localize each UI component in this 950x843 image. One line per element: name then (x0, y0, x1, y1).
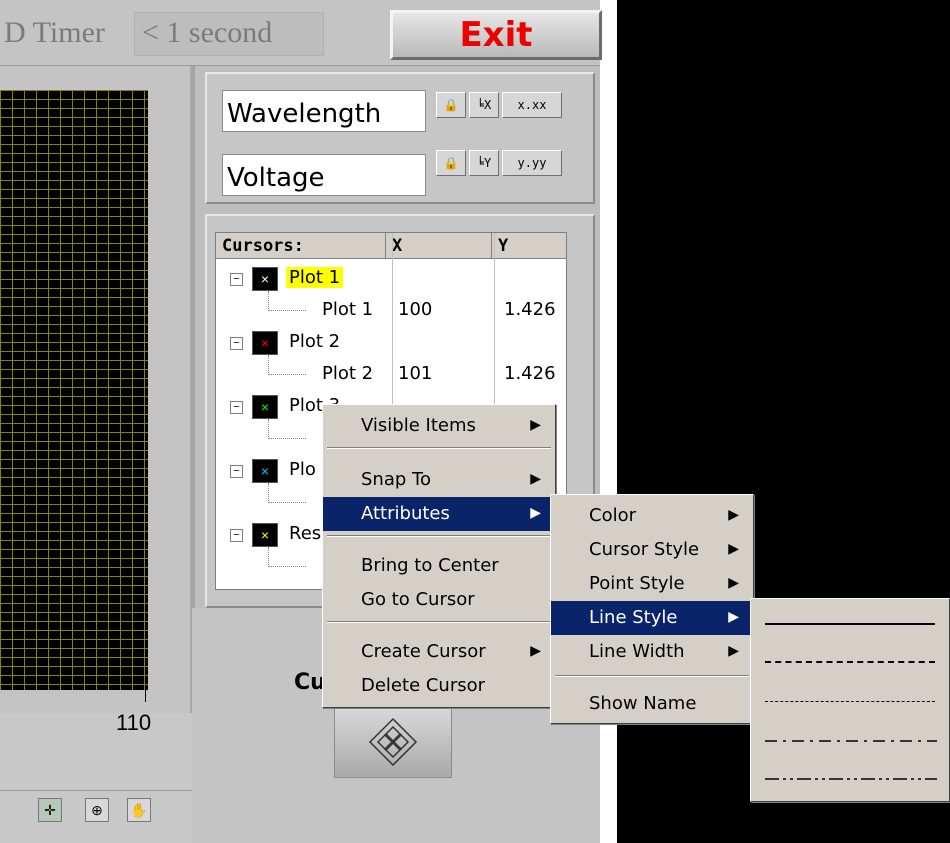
y-lock-icon[interactable]: 🔒 (436, 150, 466, 176)
point-label: Plot 1 (322, 299, 374, 320)
tree-branch (268, 547, 306, 567)
exit-button[interactable]: Exit (390, 10, 602, 60)
tree-expander[interactable]: − (230, 273, 243, 286)
zoom-icon[interactable]: ⊕ (85, 798, 109, 822)
menu-item-line-width[interactable]: Line Width ▶ (551, 635, 753, 669)
y-autoscale-button[interactable]: ╘Y (469, 150, 499, 176)
cursor-name[interactable]: Plot 2 (286, 331, 343, 352)
crosshair-icon[interactable]: ✛ (38, 798, 62, 822)
menu-item-attributes[interactable]: Attributes ▶ (323, 497, 555, 531)
attributes-submenu: Color ▶ Cursor Style ▶ Point Style ▶ Line S… (550, 494, 754, 724)
menu-item-bring-to-center[interactable]: Bring to Center (323, 549, 555, 583)
x-autoscale-button[interactable]: ╘X (469, 92, 499, 118)
tree-branch (268, 355, 306, 375)
menu-separator (327, 621, 551, 623)
menu-separator (555, 675, 749, 677)
cursor-x-value[interactable]: 100 (398, 299, 432, 320)
menu-item-visible-items[interactable]: Visible Items ▶ (323, 409, 555, 443)
line-style-solid[interactable] (765, 623, 935, 625)
tree-branch (268, 291, 306, 311)
tree-branch (268, 419, 306, 439)
menu-item-delete-cursor[interactable]: Delete Cursor (323, 669, 555, 703)
timer-value: < 1 second (142, 16, 273, 49)
cursor-swatch-icon[interactable]: × (252, 523, 278, 547)
x-scale-name[interactable]: Wavelength (222, 90, 426, 132)
point-label: Plot 2 (322, 363, 374, 384)
menu-separator (327, 535, 551, 537)
cursor-swatch-icon[interactable]: × (252, 331, 278, 355)
x-lock-icon[interactable]: 🔒 (436, 92, 466, 118)
cursor-name[interactable]: Res (286, 523, 324, 544)
tree-expander[interactable]: − (230, 337, 243, 350)
menu-item-line-style[interactable]: Line Style ▶ (551, 601, 753, 635)
tree-expander[interactable]: − (230, 401, 243, 414)
cursor-y-value[interactable]: 1.426 (504, 299, 556, 320)
cursor-swatch-icon[interactable]: × (252, 459, 278, 483)
exit-button-label: Exit (459, 15, 533, 55)
line-style-long-dash[interactable] (765, 661, 935, 663)
menu-item-create-cursor[interactable]: Create Cursor ▶ (323, 635, 555, 669)
line-style-submenu (750, 598, 950, 802)
menu-item-go-to-cursor[interactable]: Go to Cursor (323, 583, 555, 617)
menu-item-color[interactable]: Color ▶ (551, 499, 753, 533)
cursor-name[interactable]: Plo (286, 459, 319, 480)
cursor-y-value[interactable]: 1.426 (504, 363, 556, 384)
cursor-swatch-icon[interactable]: × (252, 267, 278, 291)
x-format-button[interactable]: x.xx (502, 92, 562, 118)
header-cursors[interactable]: Cursors: (216, 233, 386, 259)
menu-item-show-name[interactable]: Show Name (551, 687, 753, 721)
context-menu: Visible Items ▶ Snap To ▶ Attributes ▶ Brin… (322, 404, 556, 708)
timer-label: D Timer (4, 16, 105, 49)
menu-item-point-style[interactable]: Point Style ▶ (551, 567, 753, 601)
diamond-mover-icon (368, 717, 418, 767)
header-x[interactable]: X (386, 233, 492, 259)
graph-plot-area[interactable] (0, 90, 148, 690)
x-tick-label: 110 (116, 710, 152, 735)
hand-icon[interactable]: ✋ (127, 798, 151, 822)
menu-separator (327, 447, 551, 449)
y-format-button[interactable]: y.yy (502, 150, 562, 176)
cursor-swatch-icon[interactable]: × (252, 395, 278, 419)
cursor-x-value[interactable]: 101 (398, 363, 432, 384)
cursor-mover-button[interactable] (334, 706, 452, 778)
cursor-name[interactable]: Plot 1 (286, 267, 344, 288)
y-scale-name[interactable]: Voltage (222, 154, 426, 196)
tree-expander[interactable]: − (230, 529, 243, 542)
menu-item-snap-to[interactable]: Snap To ▶ (323, 463, 555, 497)
header-y[interactable]: Y (492, 233, 566, 259)
tree-branch (268, 483, 306, 503)
tree-expander[interactable]: − (230, 465, 243, 478)
line-style-short-dash[interactable] (765, 701, 935, 702)
menu-item-cursor-style[interactable]: Cursor Style ▶ (551, 533, 753, 567)
x-tick-mark (145, 690, 146, 702)
